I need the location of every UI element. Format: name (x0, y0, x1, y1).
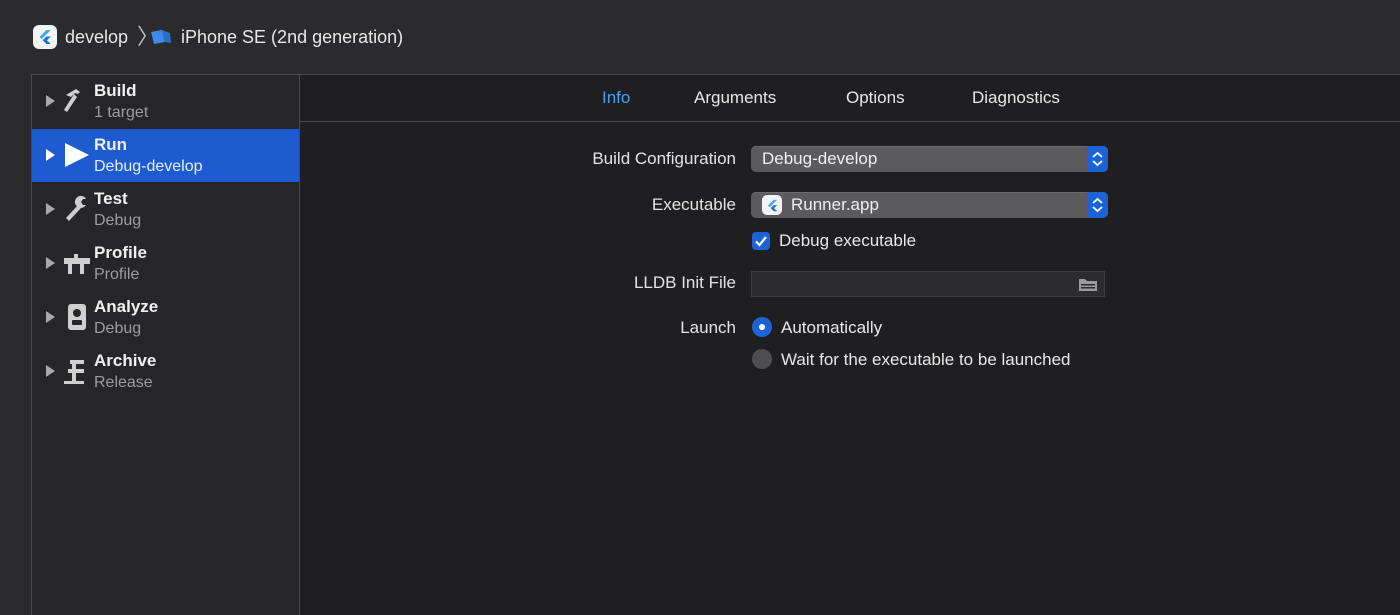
debug-executable-label: Debug executable (779, 231, 917, 250)
launch-automatically-radio[interactable] (752, 317, 772, 337)
build-configuration-value: Debug-develop (762, 149, 878, 168)
archive-icon (64, 360, 84, 384)
sidebar-item-subtitle: Release (94, 374, 153, 391)
up-down-chevron-icon (1092, 197, 1103, 213)
tab-options[interactable]: Options (846, 88, 905, 108)
sidebar-item-test[interactable]: Test Debug (32, 183, 299, 236)
executable-label: Executable (651, 195, 736, 214)
scheme-action-sidebar: Build 1 target Run Debug-develop Test De… (32, 75, 300, 615)
disclosure-triangle-icon[interactable] (46, 311, 55, 323)
sidebar-item-analyze[interactable]: Analyze Debug (32, 291, 299, 344)
sidebar-item-title: Build (94, 81, 137, 100)
tab-info[interactable]: Info (602, 88, 630, 108)
disclosure-triangle-icon[interactable] (46, 365, 55, 377)
launch-label: Launch (680, 318, 736, 337)
device-name: iPhone SE (2nd generation) (181, 26, 404, 47)
sidebar-item-title: Profile (94, 243, 147, 262)
launch-wait-radio[interactable] (752, 349, 772, 369)
sidebar-item-subtitle: Profile (94, 266, 140, 283)
lldb-init-file-field[interactable] (751, 271, 1105, 297)
debug-executable-checkbox[interactable] (752, 232, 770, 250)
play-icon (65, 143, 89, 167)
device-selector[interactable]: iPhone SE (2nd generation) (150, 24, 403, 50)
sidebar-item-subtitle: 1 target (94, 104, 149, 121)
tab-bar: Info Arguments Options Diagnostics (300, 75, 1400, 122)
simulator-device-icon (151, 30, 171, 44)
disclosure-triangle-icon[interactable] (46, 149, 55, 161)
sidebar-item-subtitle: Debug (94, 320, 142, 337)
executable-value: Runner.app (791, 195, 879, 214)
wrench-icon (66, 195, 86, 221)
tab-diagnostics[interactable]: Diagnostics (972, 88, 1060, 108)
sidebar-item-subtitle: Debug (94, 212, 142, 229)
instruments-icon (64, 254, 90, 274)
launch-automatically-label: Automatically (781, 318, 883, 337)
sidebar-item-subtitle: Debug-develop (94, 158, 203, 175)
sidebar-item-title: Run (94, 135, 128, 154)
scheme-detail-content: Info Arguments Options Diagnostics Build… (300, 75, 1400, 615)
scheme-name: develop (65, 26, 129, 47)
checkmark-icon (755, 236, 767, 247)
flutter-app-icon (762, 195, 782, 215)
analyze-icon (68, 304, 86, 330)
folder-icon[interactable] (1078, 277, 1098, 292)
sidebar-item-archive[interactable]: Archive Release (32, 345, 299, 398)
hammer-icon (64, 89, 80, 112)
sidebar-item-build[interactable]: Build 1 target (32, 75, 299, 128)
lldb-init-file-label: LLDB Init File (633, 273, 736, 292)
popup-stepper (1087, 146, 1108, 172)
disclosure-triangle-icon[interactable] (46, 95, 55, 107)
flutter-app-icon (33, 25, 57, 49)
scheme-editor-panel: Build 1 target Run Debug-develop Test De… (31, 74, 1400, 615)
executable-popup[interactable]: Runner.app (751, 192, 1108, 218)
disclosure-triangle-icon[interactable] (46, 203, 55, 215)
build-configuration-popup[interactable]: Debug-develop (751, 146, 1108, 172)
up-down-chevron-icon (1092, 151, 1103, 167)
scheme-breadcrumb-bar: develop 〉 iPhone SE (2nd generation) (0, 0, 1400, 74)
sidebar-item-profile[interactable]: Profile Profile (32, 237, 299, 290)
scheme-selector[interactable]: develop (33, 24, 128, 50)
popup-stepper (1087, 192, 1108, 218)
sidebar-item-title: Test (94, 189, 128, 208)
build-configuration-label: Build Configuration (592, 149, 736, 168)
disclosure-triangle-icon[interactable] (46, 257, 55, 269)
launch-wait-label: Wait for the executable to be launched (781, 350, 1071, 369)
tab-arguments[interactable]: Arguments (694, 88, 776, 108)
sidebar-item-run[interactable]: Run Debug-develop (32, 129, 299, 182)
sidebar-item-title: Archive (94, 351, 157, 370)
sidebar-item-title: Analyze (94, 297, 159, 316)
